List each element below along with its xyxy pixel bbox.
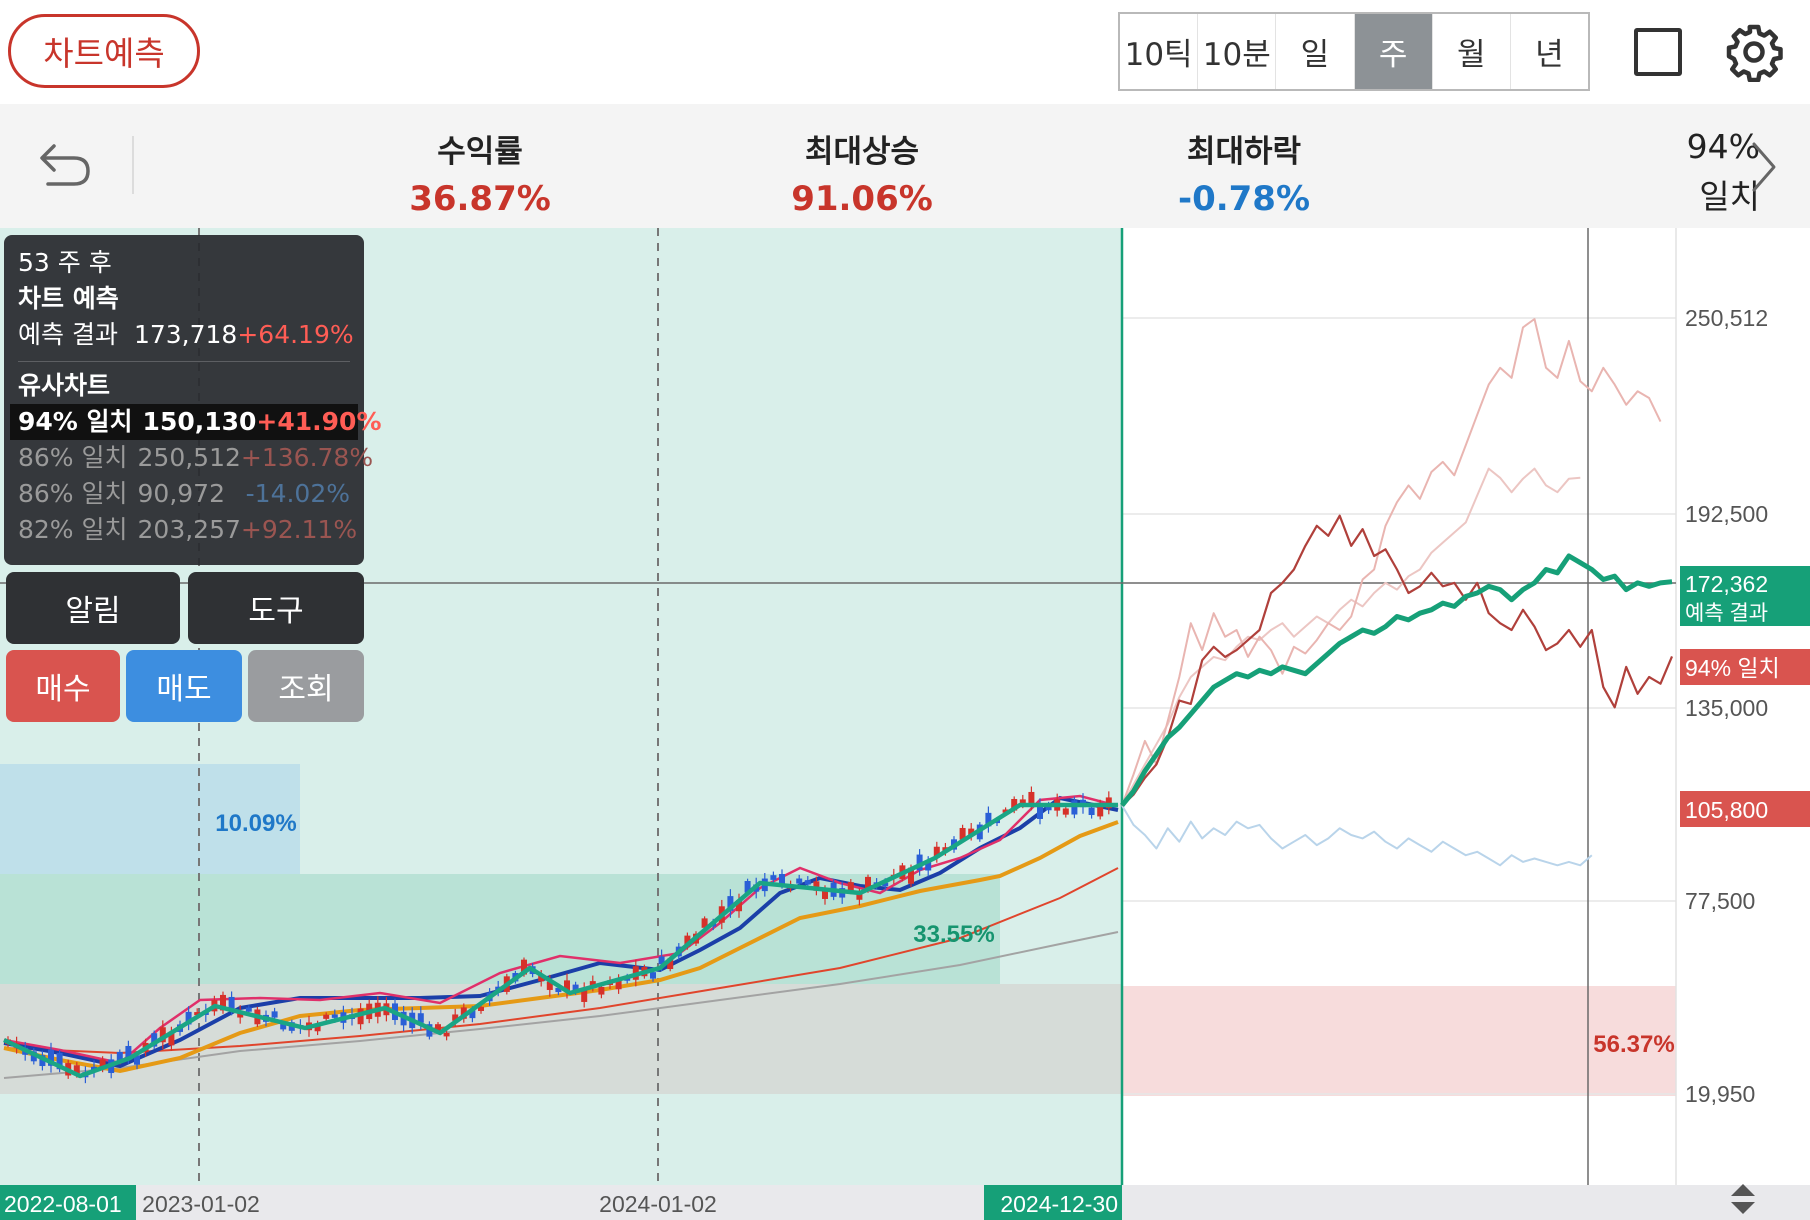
similar-row[interactable]: 82% 일치 203,257 +92.11%	[18, 512, 357, 548]
undo-icon[interactable]	[36, 138, 94, 190]
alarm-button[interactable]: 알림	[6, 572, 180, 644]
x-label-start: 2022-08-01	[4, 1191, 122, 1217]
similar-price: 250,512	[137, 443, 241, 472]
candle-body	[804, 880, 811, 885]
grid	[1122, 317, 1676, 1095]
price-tag-match-text: 94% 일치	[1685, 655, 1780, 681]
y-tick: 19,950	[1685, 1081, 1755, 1107]
prediction-result-change: +64.19%	[237, 320, 354, 349]
match-word: 일치	[1699, 177, 1760, 216]
period-10tick[interactable]: 10틱	[1120, 14, 1199, 89]
info-panel: 53 주 후 차트 예측 예측 결과 173,718 +64.19% 유사차트 …	[4, 235, 382, 565]
period-selector: 10틱 10분 일 주 월 년	[1118, 12, 1590, 91]
period-month[interactable]: 월	[1433, 14, 1511, 89]
chart-predict-button[interactable]: 차트예측	[8, 14, 200, 88]
candle-body	[779, 874, 785, 884]
similar-match: 86% 일치	[18, 479, 128, 508]
match-indicator[interactable]: 94% 일치	[1620, 122, 1760, 222]
buy-button[interactable]: 매수	[6, 650, 120, 722]
candle-body	[650, 972, 656, 979]
max-rise-label: 최대상승	[804, 134, 920, 170]
similar-price: 90,972	[137, 479, 225, 508]
candle-body	[245, 1007, 252, 1012]
candle-body	[331, 1014, 338, 1018]
candle-body	[1071, 800, 1078, 815]
price-tag-prediction-text: 172,362	[1685, 571, 1768, 597]
candle-body	[822, 890, 828, 899]
similar-chart-line	[1121, 804, 1593, 867]
weeks-after: 53 주 후	[18, 245, 350, 281]
candle-body	[323, 1014, 330, 1019]
period-year[interactable]: 년	[1511, 14, 1588, 89]
tool-button[interactable]: 도구	[188, 572, 364, 644]
prediction-result-line	[1120, 553, 1673, 807]
x-label: 2023-01-02	[142, 1191, 260, 1217]
top-bar: 차트예측 10틱 10분 일 주 월 년	[0, 0, 1810, 104]
inquiry-button[interactable]: 조회	[248, 650, 364, 722]
zone-label-blue: 10.09%	[215, 810, 296, 837]
similar-price: 203,257	[137, 515, 241, 544]
x-label-end: 2024-12-30	[1000, 1191, 1118, 1217]
candle-body	[1062, 808, 1069, 815]
period-day[interactable]: 일	[1276, 14, 1355, 89]
max-fall-stat: 최대하락 -0.78%	[1134, 126, 1354, 219]
period-week[interactable]: 주	[1354, 14, 1433, 89]
similar-title: 유사차트	[18, 368, 350, 404]
weeks-after-text: 53 주 후	[18, 248, 112, 277]
y-tick: 77,500	[1685, 888, 1755, 914]
similar-price: 150,130	[142, 407, 257, 436]
y-tick: 192,500	[1685, 501, 1768, 527]
max-fall-label: 최대하락	[1186, 134, 1302, 170]
similar-change: -14.02%	[245, 479, 350, 508]
prediction-title: 차트 예측	[18, 281, 350, 317]
zone-grey	[0, 984, 1122, 1094]
match-percent: 94%	[1686, 127, 1760, 166]
return-value: 36.87%	[409, 179, 551, 219]
similar-title-text: 유사차트	[18, 371, 111, 400]
price-tag-result-text: 예측 결과	[1685, 602, 1768, 625]
max-rise-value: 91.06%	[791, 179, 933, 219]
similar-change: +41.90%	[256, 407, 382, 436]
x-label: 2024-01-02	[599, 1191, 717, 1217]
similar-match: 94% 일치	[18, 407, 133, 436]
prediction-title-text: 차트 예측	[18, 284, 119, 313]
max-fall-value: -0.78%	[1177, 179, 1311, 219]
zone-label-red: 56.37%	[1593, 1031, 1674, 1058]
similar-change: +92.11%	[240, 515, 358, 544]
y-tick: 250,512	[1685, 305, 1768, 331]
panel-divider	[18, 361, 350, 362]
chevron-right-icon[interactable]	[1748, 140, 1778, 194]
similar-chart-line	[1121, 514, 1674, 807]
return-label: 수익률	[437, 134, 523, 170]
gear-icon[interactable]	[1724, 22, 1784, 82]
stats-bar: 수익률 36.87% 최대상승 91.06% 최대하락 -0.78% 94% 일…	[0, 104, 1810, 228]
similar-change: +136.78%	[240, 443, 374, 472]
projection-lines	[1120, 318, 1674, 867]
candle-body	[271, 1011, 278, 1018]
similar-match: 82% 일치	[18, 515, 128, 544]
candle-body	[1088, 807, 1095, 816]
prediction-result-label: 예측 결과	[18, 320, 118, 349]
candle-body	[770, 875, 777, 880]
prediction-result-row: 예측 결과 173,718 +64.19%	[18, 317, 354, 353]
candle-body	[443, 1032, 450, 1037]
period-10min[interactable]: 10분	[1198, 14, 1277, 89]
max-rise-stat: 최대상승 91.06%	[752, 126, 972, 219]
candle-body	[598, 986, 605, 995]
prediction-result-price: 173,718	[133, 320, 238, 349]
similar-row[interactable]: 94% 일치 150,130 +41.90%	[10, 404, 382, 440]
similar-row[interactable]: 86% 일치 250,512 +136.78%	[18, 440, 373, 476]
similar-match: 86% 일치	[18, 443, 128, 472]
similar-row[interactable]: 86% 일치 90,972 -14.02%	[18, 476, 350, 512]
candle-body	[796, 878, 803, 884]
x-axis-bar	[0, 1185, 1810, 1220]
sell-button[interactable]: 매도	[126, 650, 242, 722]
scroll-handle-icon[interactable]	[1728, 1182, 1758, 1216]
divider	[132, 136, 134, 194]
return-stat: 수익률 36.87%	[370, 126, 590, 219]
zone-label-green: 33.55%	[913, 921, 994, 948]
y-tick: 135,000	[1685, 695, 1768, 721]
price-tag-current-text: 105,800	[1685, 797, 1768, 823]
fullscreen-square-icon[interactable]	[1634, 28, 1682, 76]
